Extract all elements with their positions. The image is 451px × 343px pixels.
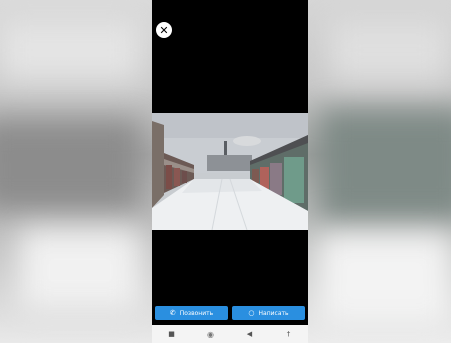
call-button-label: Позвонить [179, 309, 214, 317]
background-blur-shape [320, 235, 450, 325]
call-button[interactable]: ✆ Позвонить [155, 306, 228, 320]
background-blur-shape [0, 20, 140, 80]
chat-bubble-icon: ○ [248, 308, 255, 317]
photo-viewer-screen: ✕ ✆ Позвонить ○ Написать ■ ◉ ◀ † [152, 0, 308, 343]
close-button[interactable]: ✕ [156, 22, 172, 38]
home-icon[interactable]: ◉ [203, 330, 219, 339]
background-blur-shape [320, 110, 451, 220]
listing-photo[interactable] [152, 113, 308, 230]
message-button[interactable]: ○ Написать [232, 306, 305, 320]
close-icon: ✕ [159, 23, 169, 37]
message-button-label: Написать [258, 309, 289, 317]
accessibility-icon[interactable]: † [281, 330, 297, 338]
back-icon[interactable]: ◀ [242, 330, 258, 338]
recent-apps-icon[interactable]: ■ [164, 330, 180, 338]
android-navigation-bar: ■ ◉ ◀ † [152, 325, 308, 343]
background-blur-shape [0, 120, 140, 210]
background-blur-shape [20, 230, 140, 310]
garage-alley-photo [152, 113, 308, 230]
contact-actions: ✆ Позвонить ○ Написать [155, 306, 305, 320]
phone-icon: ✆ [169, 308, 176, 317]
background-blur-shape [330, 20, 450, 80]
